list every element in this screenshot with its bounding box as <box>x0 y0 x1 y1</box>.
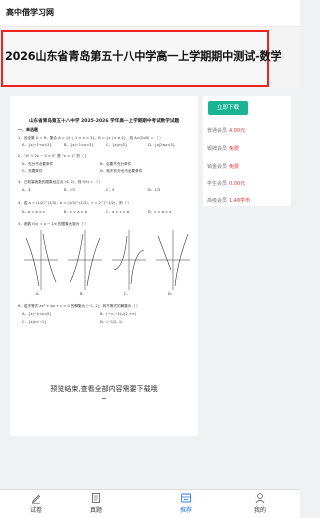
page-title: 2026山东省青岛第五十八中学高一上学期期中测试-数学 <box>5 50 282 63</box>
option: B．(−∞,−1)∪(2,+∞) <box>100 312 137 316</box>
option: D．1/3 <box>148 188 161 192</box>
graph-d <box>156 230 190 290</box>
option: B．√3 <box>64 188 75 192</box>
pencil-icon <box>32 494 41 504</box>
person-icon <box>255 493 265 504</box>
tab-recommend[interactable]: 推荐 <box>156 492 216 514</box>
title-area: 2026山东省青岛第五十八中学高一上学期期中测试-数学 <box>0 27 300 88</box>
site-name[interactable]: 高中借学习网 <box>6 7 54 18</box>
option: C．{x|x<−1} <box>22 320 47 324</box>
graph-a <box>24 230 58 290</box>
option: A．{x|−1<x<2} <box>22 143 52 147</box>
option: B．c > a > b <box>64 210 88 214</box>
price-label: 铂金会员 <box>207 164 228 170</box>
section-heading: 一、单选题 <box>18 127 38 132</box>
tab-real-exams[interactable]: 真题 <box>66 492 126 514</box>
document-preview: 山东省青岛第五十八中学 2025-2026 学年高一上学期期中考试数学试题 一、… <box>10 96 198 436</box>
tab-label: 试卷 <box>29 507 42 514</box>
option: A．a > b > c <box>22 210 46 214</box>
recommend-icon <box>181 493 191 503</box>
option: C．a > c > b <box>106 210 130 214</box>
question-5: 5．函数 f(x) = x − 1/x 的图象大致为（ ） <box>18 222 88 226</box>
graph-c <box>112 230 146 290</box>
option: A．3 <box>22 188 31 192</box>
option: B．{x|−1<x<3} <box>64 143 94 147</box>
option: C．{x|x<2} <box>106 143 128 147</box>
graph-label: C． <box>124 292 131 296</box>
graph-b <box>68 230 102 290</box>
option: B．必要不充分条件 <box>100 162 132 166</box>
download-panel: 立即下载 普通会员 4.00元 银牌会员 免费 铂金会员 免费 学生会员 0.00元 高… <box>203 96 291 206</box>
price-row: 普通会员 4.00元 <box>207 127 245 134</box>
bottom-tab-bar: 试卷 真题 推荐 我的 <box>0 489 300 518</box>
question-2: 2．“x² + 2x − 3 < 0” 是 “x < 1” 的（ ） <box>18 154 89 158</box>
option: D．既不充分也不必要条件 <box>100 169 143 173</box>
graph-label: D． <box>168 292 175 296</box>
question-1: 1．设全集 U = R，集合 A = {x | -1 < x < 3}，B = … <box>18 136 163 140</box>
price-row: 银牌会员 免费 <box>207 145 239 152</box>
question-6: 6．若不等式 ax² + bx + c > 0 的解集为 (−1, 2)，则不等… <box>18 304 140 308</box>
download-button[interactable]: 立即下载 <box>208 101 248 115</box>
price-value: 4.00元 <box>229 128 246 134</box>
price-value: 1.40学币 <box>229 198 251 204</box>
price-label: 银牌会员 <box>207 146 228 152</box>
option: D．(−1/2, 1) <box>100 320 123 324</box>
option: C．充要条件 <box>22 169 43 173</box>
document-title: 山东省青岛第五十八中学 2025-2026 学年高一上学期期中考试数学试题 <box>28 119 180 124</box>
price-value: 免费 <box>229 164 240 170</box>
tab-papers[interactable]: 试卷 <box>6 492 66 514</box>
price-value: 0.00元 <box>229 181 246 187</box>
graph-label: A． <box>36 292 43 296</box>
top-header: 高中借学习网 <box>0 0 300 27</box>
price-label: 普通会员 <box>207 128 228 134</box>
preview-end-notice[interactable]: 预览结束,查看全部内容需要下载哦~ <box>50 384 158 404</box>
graph-label: B． <box>80 292 87 296</box>
price-row: 铂金会员 免费 <box>207 163 239 170</box>
question-4: 4．若 a = (1/2)^(1/3)，b = (1/3)^(1/2)，c = … <box>18 201 131 205</box>
question-3: 3．已知幂函数的图象经过点 (4, 2)，则 f(9) = （ ） <box>18 180 103 184</box>
tab-label: 推荐 <box>179 507 192 514</box>
price-label: 学生会员 <box>207 181 228 187</box>
tab-label: 真题 <box>89 507 102 514</box>
price-row: 高级会员 1.40学币 <box>207 197 250 204</box>
price-row: 学生会员 0.00元 <box>207 180 245 187</box>
option: D．c > b > a <box>148 210 172 214</box>
option: C．9 <box>106 188 115 192</box>
price-value: 免费 <box>229 146 240 152</box>
title-highlight-box: 2026山东省青岛第五十八中学高一上学期期中测试-数学 <box>1 30 282 87</box>
option: A．{x|−1<x<2} <box>22 312 52 316</box>
document-icon <box>92 493 100 503</box>
option: D．{x|2≤x<3} <box>148 143 175 147</box>
tab-mine[interactable]: 我的 <box>230 492 290 514</box>
option: A．充分不必要条件 <box>22 162 54 166</box>
price-label: 高级会员 <box>207 198 228 204</box>
tab-label: 我的 <box>253 507 266 514</box>
